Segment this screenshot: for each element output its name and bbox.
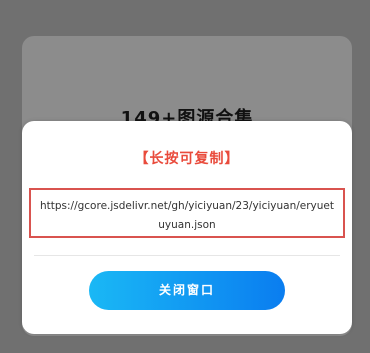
dialog-title: 【长按可复制】 — [134, 151, 240, 167]
divider — [34, 255, 340, 256]
source-url-text[interactable]: https://gcore.jsdelivr.net/gh/yiciyuan/2… — [29, 188, 345, 238]
close-window-button[interactable]: 关闭窗口 — [89, 271, 285, 310]
copy-dialog: 【长按可复制】 https://gcore.jsdelivr.net/gh/yi… — [22, 121, 352, 334]
